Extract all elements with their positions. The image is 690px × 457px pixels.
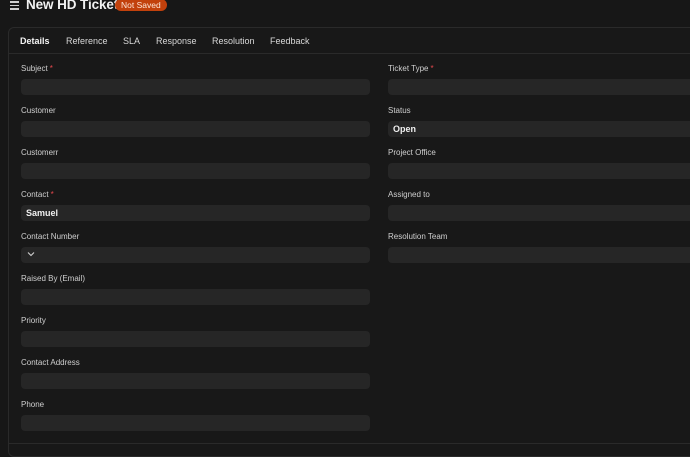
top-bar: New HD Ticket Not Saved	[0, 0, 690, 14]
contact-address-field[interactable]	[21, 373, 370, 389]
priority-label: Priority	[21, 316, 46, 325]
phone-label: Phone	[21, 400, 45, 409]
contact-number-field[interactable]	[21, 247, 370, 263]
tab-feedback[interactable]: Feedback	[270, 36, 310, 46]
resolution-team-field[interactable]	[388, 247, 690, 263]
form-card: Details Reference SLA Response Resolutio…	[8, 27, 690, 457]
chevron-down-icon[interactable]	[27, 250, 35, 258]
contact-label: Contact *	[21, 190, 54, 199]
required-mark: *	[50, 190, 54, 199]
assigned-to-field[interactable]	[388, 205, 690, 221]
ticket-type-field[interactable]	[388, 79, 690, 95]
assigned-to-label: Assigned to	[388, 190, 430, 199]
raised-by-field[interactable]	[21, 289, 370, 305]
tab-reference[interactable]: Reference	[66, 36, 108, 46]
project-office-field[interactable]	[388, 163, 690, 179]
status-field[interactable]: Open	[388, 121, 690, 137]
required-mark: *	[49, 64, 53, 73]
customer-field[interactable]	[21, 121, 370, 137]
resolution-team-label: Resolution Team	[388, 232, 448, 241]
ticket-type-label: Ticket Type *	[388, 64, 434, 73]
tab-resolution[interactable]: Resolution	[212, 36, 255, 46]
phone-field[interactable]	[21, 415, 370, 431]
priority-field[interactable]	[21, 331, 370, 347]
subject-field[interactable]	[21, 79, 370, 95]
customerr-label: Customerr	[21, 148, 59, 157]
tab-bar: Details Reference SLA Response Resolutio…	[9, 28, 690, 54]
customer-label: Customer	[21, 106, 56, 115]
tab-sla[interactable]: SLA	[123, 36, 140, 46]
project-office-label: Project Office	[388, 148, 436, 157]
page-title: New HD Ticket	[26, 0, 119, 12]
tab-details[interactable]: Details	[20, 36, 50, 46]
status-badge: Not Saved	[115, 0, 167, 11]
subject-label: Subject *	[21, 64, 53, 73]
required-mark: *	[430, 64, 434, 73]
menu-icon[interactable]	[10, 1, 19, 10]
contact-number-label: Contact Number	[21, 232, 80, 241]
contact-field[interactable]: Samuel	[21, 205, 370, 221]
raised-by-label: Raised By (Email)	[21, 274, 86, 283]
customerr-field[interactable]	[21, 163, 370, 179]
contact-address-label: Contact Address	[21, 358, 80, 367]
status-label: Status	[388, 106, 411, 115]
section-divider	[9, 443, 690, 444]
tab-response[interactable]: Response	[156, 36, 197, 46]
